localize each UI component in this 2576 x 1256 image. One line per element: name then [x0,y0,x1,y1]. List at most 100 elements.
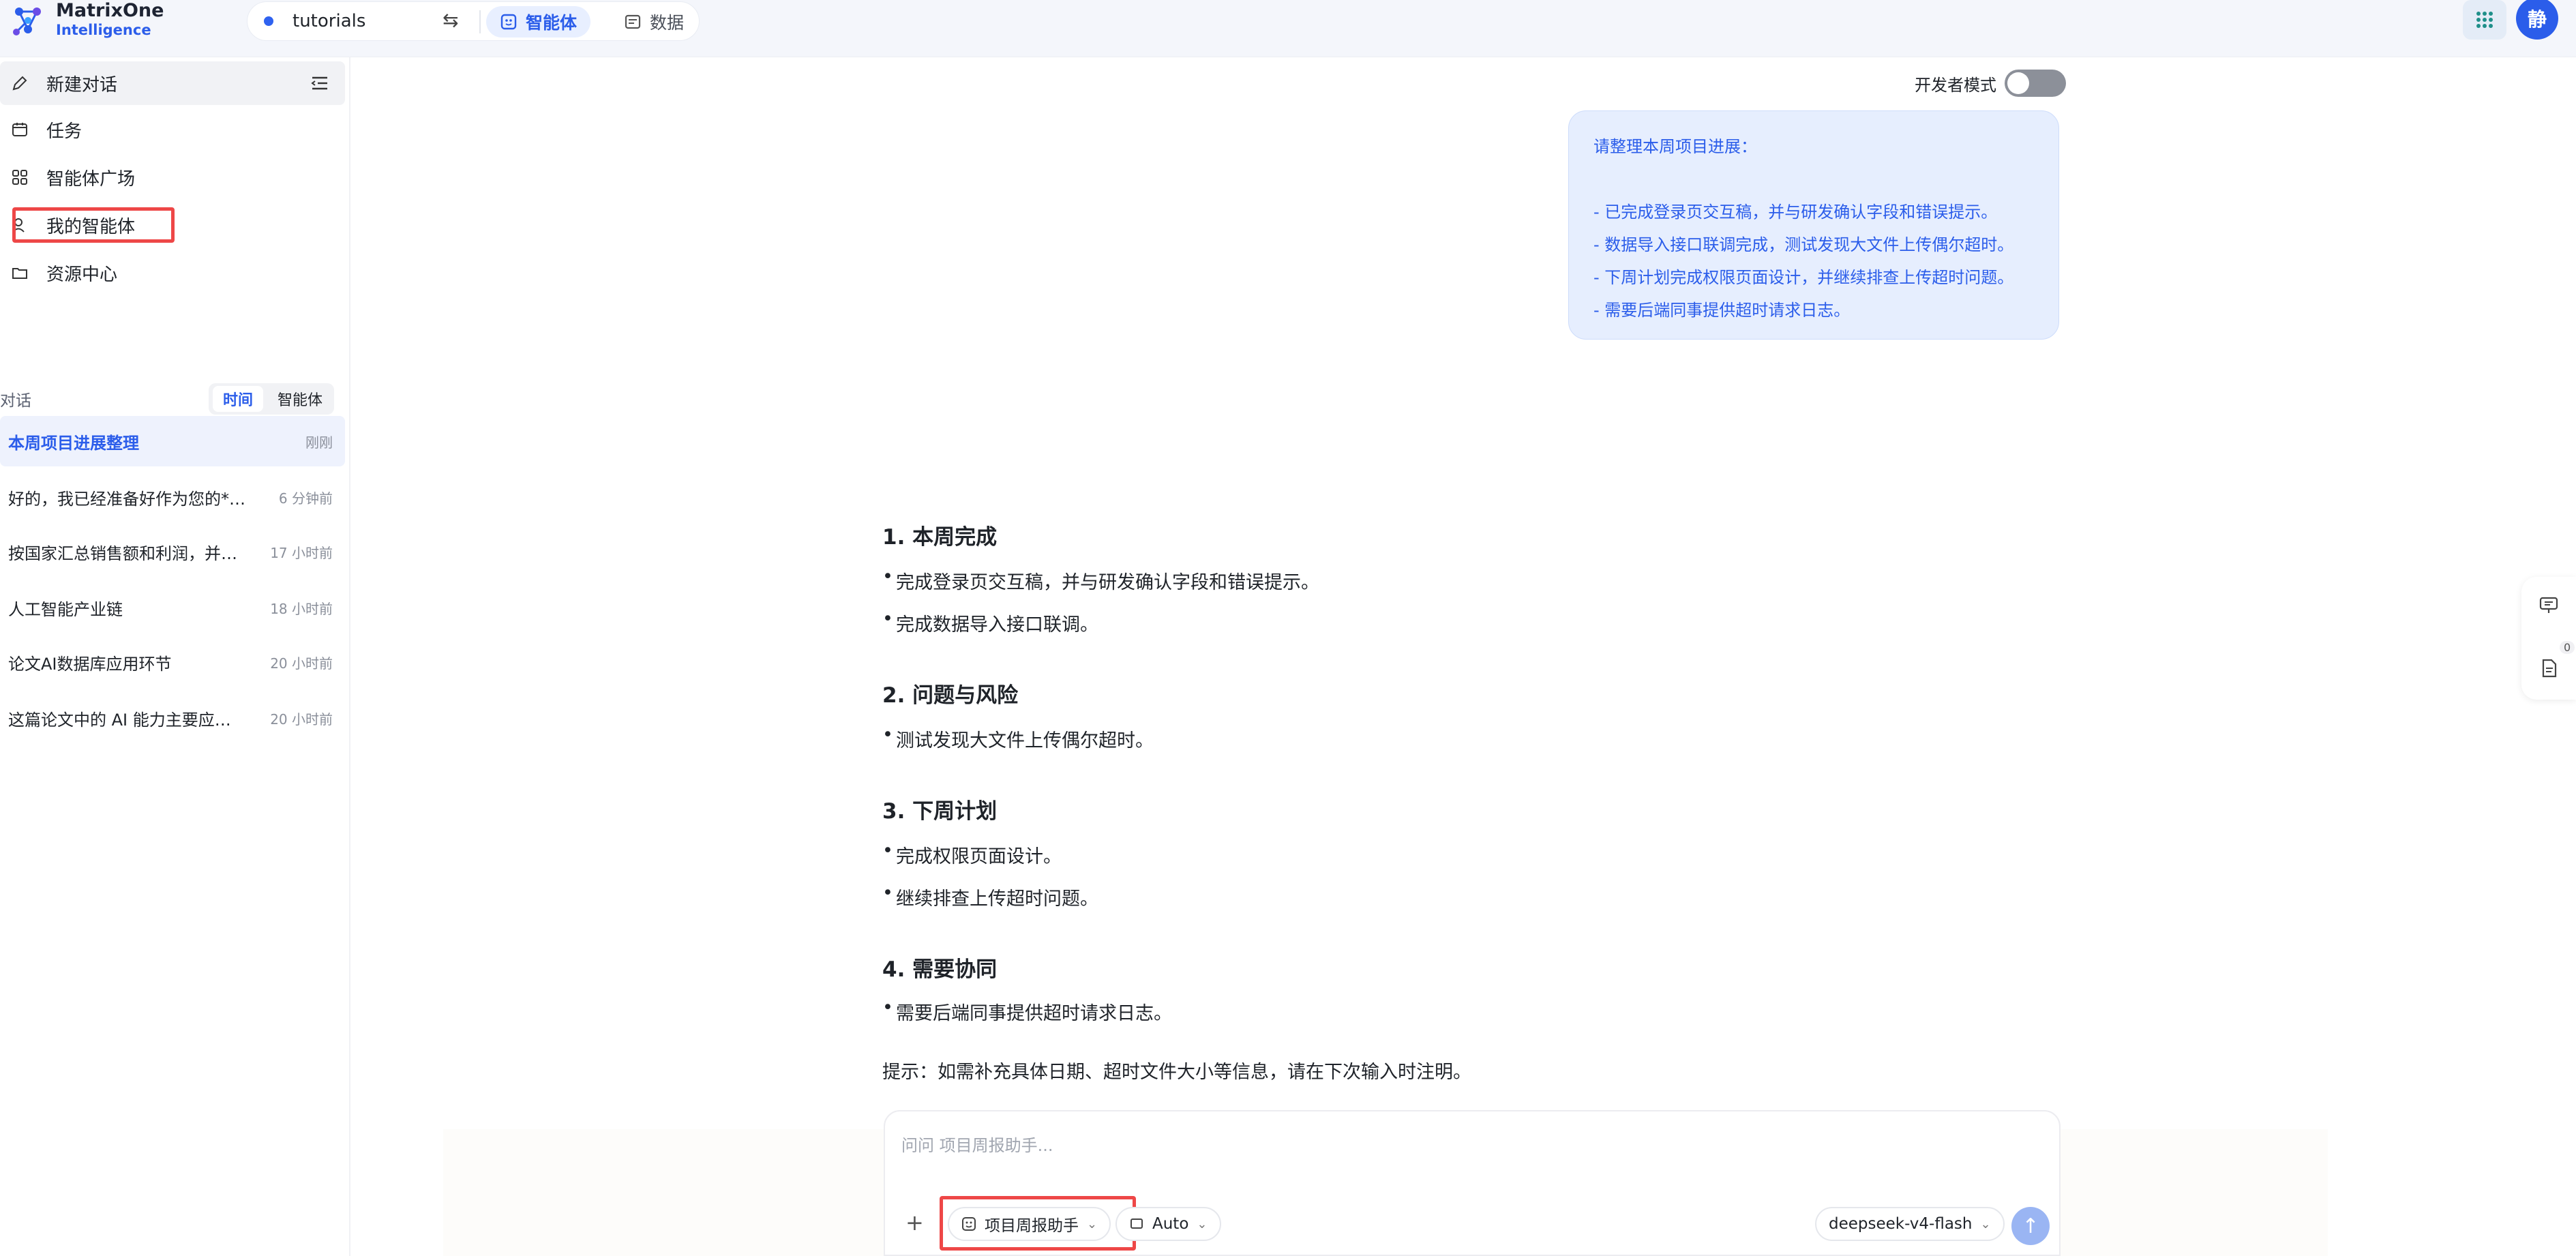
edit-icon [12,76,27,91]
conversation-time: 6 分钟前 [278,490,333,507]
user-message-bubble: 请整理本周项目进展： - 已完成登录页交互稿，并与研发确认字段和错误提示。 - … [1568,110,2059,340]
conversation-title: 人工智能产业链 [8,599,123,619]
group-by-agent-button[interactable]: 智能体 [269,386,331,412]
conversation-item[interactable]: 论文AI数据库应用环节 20 小时前 [0,637,345,687]
answer-tip: 提示：如需补充具体日期、超时文件大小等信息，请在下次输入时注明。 [882,1062,1471,1083]
conversation-item[interactable]: 好的，我已经准备好作为您的**数据分析助手 6 分钟前 [0,472,345,522]
conversation-title: 这篇论文中的 AI 能力主要应用在哪些环节 [8,710,247,730]
top-bar: MatrixOne Intelligence tutorials ⇆ 智能体 数… [0,0,2576,57]
conversation-item[interactable]: 本周项目进展整理 刚刚 [0,416,345,466]
grid-icon [12,170,27,185]
agent-selector[interactable]: 项目周报助手 ⌄ [948,1207,1111,1241]
group-by-time-button[interactable]: 时间 [213,386,263,412]
sidebar-item-my-agents[interactable]: 我的智能体 [0,203,345,247]
logo-icon [13,8,41,35]
project-status-dot [264,16,273,26]
answer-heading: 2. 问题与风险 [882,683,1019,708]
conversation-item[interactable]: 按国家汇总销售额和利润，并生成图表 17 小时前 [0,526,345,577]
project-name: tutorials [293,11,366,31]
model-selector[interactable]: deepseek-v4-flash ⌄ [1815,1207,2005,1241]
sidebar-item-label: 任务 [46,121,83,142]
apps-grid-icon [2476,12,2493,28]
tab-data[interactable]: 数据 [610,6,698,38]
answer-list-item: 需要后端同事提供超时请求日志。 [882,997,1172,1025]
logo[interactable]: MatrixOne Intelligence [10,1,164,40]
answer-list-item: 完成登录页交互稿，并与研发确认字段和错误提示。 [882,566,1319,594]
answer-list-item: 完成数据导入接口联调。 [882,608,1098,636]
divider [479,10,481,33]
mode-icon [1130,1218,1143,1229]
chevron-down-icon: ⌄ [1197,1216,1208,1231]
conversation-time: 18 小时前 [270,600,333,617]
conversation-title: 本周项目进展整理 [8,433,139,453]
chevron-down-icon: ⌄ [1980,1216,1991,1231]
agent-icon [500,14,517,30]
model-selector-label: deepseek-v4-flash [1829,1215,1973,1233]
sidebar-item-label: 智能体广场 [46,168,136,190]
file-icon[interactable] [2538,657,2560,679]
answer-heading: 4. 需要协同 [882,957,998,982]
sidebar: 新建对话 任务 智能体广场 我的智能体 资源中心 对话 时间 智能体 本周项目进… [0,57,350,1256]
mode-selector-label: Auto [1152,1215,1189,1233]
sidebar-item-label: 新建对话 [46,74,118,95]
chat-input[interactable]: 问问 项目周报助手... [901,1132,1053,1156]
conversation-group-toggle: 时间 智能体 [209,383,334,415]
sidebar-item-label: 我的智能体 [46,216,136,237]
swap-project-icon[interactable]: ⇆ [443,9,458,31]
chat-main: 开发者模式 请整理本周项目进展： - 已完成登录页交互稿，并与研发确认字段和错误… [352,57,2576,1256]
right-dock: 0 [2521,577,2576,700]
agent-icon [962,1217,976,1231]
answer-heading: 1. 本周完成 [882,525,998,550]
tab-agents[interactable]: 智能体 [486,6,591,38]
conversation-header: 对话 时间 智能体 [0,383,345,415]
logo-title: MatrixOne [56,0,164,21]
apps-button[interactable] [2463,0,2506,40]
user-avatar[interactable]: 静 [2516,0,2558,40]
developer-mode-toggle[interactable] [2005,70,2066,97]
developer-mode-label: 开发者模式 [1915,75,1996,95]
calendar-icon [12,123,27,136]
answer-heading: 3. 下周计划 [882,799,998,824]
message-line: 请整理本周项目进展： [1593,137,1757,156]
conversation-item[interactable]: 这篇论文中的 AI 能力主要应用在哪些环节 20 小时前 [0,693,345,743]
answer-list-item: 继续排查上传超时问题。 [882,882,1098,910]
data-icon [625,14,641,29]
tab-agents-label: 智能体 [526,13,578,33]
sidebar-item-new-chat[interactable]: 新建对话 [0,61,345,105]
conversation-section-title: 对话 [0,392,31,410]
toggle-knob [2007,72,2029,94]
sidebar-item-label: 资源中心 [46,264,118,285]
logo-subtitle: Intelligence [56,22,151,38]
collapse-sidebar-icon[interactable] [310,73,330,93]
presentation-icon[interactable] [2538,595,2560,616]
developer-mode: 开发者模式 [1915,70,2066,97]
sidebar-item-tasks[interactable]: 任务 [0,108,345,151]
tab-data-label: 数据 [650,13,685,33]
workspace-switcher: tutorials ⇆ 智能体 数据 [247,1,700,41]
user-icon [12,218,25,233]
conversation-time: 刚刚 [305,434,333,451]
conversation-time: 20 小时前 [270,711,333,728]
conversation-item[interactable]: 人工智能产业链 18 小时前 [0,582,345,633]
conversation-title: 按国家汇总销售额和利润，并生成图表 [8,543,247,563]
message-line [1593,163,2034,196]
folder-icon [12,268,27,279]
conversation-title: 好的，我已经准备好作为您的**数据分析助手 [8,489,247,509]
answer-list-item: 完成权限页面设计。 [882,840,1062,868]
message-line: - 数据导入接口联调完成，测试发现大文件上传偶尔超时。 [1593,235,2014,254]
conversation-time: 20 小时前 [270,655,333,672]
chevron-down-icon: ⌄ [1087,1216,1098,1231]
add-attachment-icon[interactable]: + [905,1210,924,1236]
message-line: - 下周计划完成权限页面设计，并继续排查上传超时问题。 [1593,268,2014,287]
conversation-time: 17 小时前 [270,544,333,561]
mode-selector[interactable]: Auto ⌄ [1115,1207,1221,1241]
chat-input-box: 问问 项目周报助手... + 项目周报助手 ⌄ Auto ⌄ deepseek-… [884,1110,2061,1256]
answer-list-item: 测试发现大文件上传偶尔超时。 [882,724,1154,752]
message-line: - 需要后端同事提供超时请求日志。 [1593,301,1851,320]
message-line: - 已完成登录页交互稿，并与研发确认字段和错误提示。 [1593,203,1998,222]
send-button[interactable]: ↑ [2011,1207,2050,1245]
file-count-badge: 0 [2560,641,2575,654]
agent-selector-label: 项目周报助手 [985,1217,1079,1235]
sidebar-item-resource-center[interactable]: 资源中心 [0,251,345,295]
sidebar-item-agent-plaza[interactable]: 智能体广场 [0,155,345,199]
